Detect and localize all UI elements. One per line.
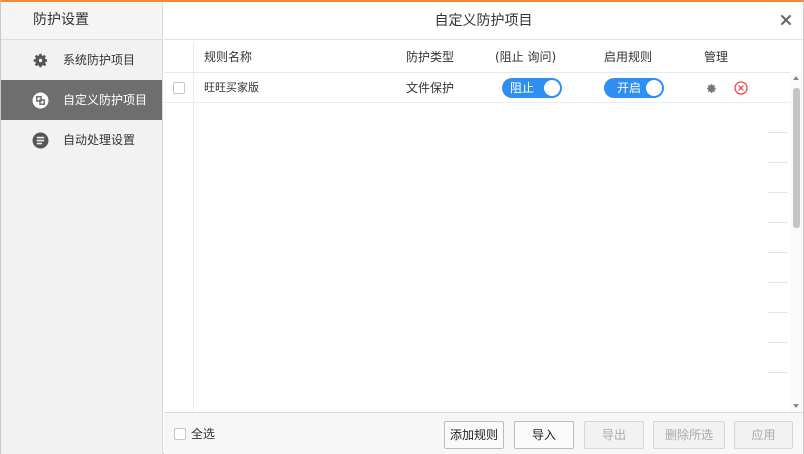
block-ask-toggle[interactable]: 阻止 [502,78,562,98]
rules-table: 旺旺买家版 文件保护 阻止 开启 [164,72,791,412]
footer-toolbar: 全选 添加规则 导入 导出 删除所选 应用 [164,412,803,454]
titlebar: 自定义防护项目 [164,2,803,40]
list-icon [32,132,49,149]
apply-button[interactable]: 应用 [734,421,793,449]
column-header-name[interactable]: 规则名称 [204,42,252,72]
row-checkbox[interactable] [173,82,185,94]
sidebar-item-label: 系统防护项目 [63,53,136,67]
settings-icon[interactable] [706,83,717,94]
sidebar: 防护设置 系统防护项目 自定义防护项目 自动处理设置 [1,2,163,454]
select-all-label[interactable]: 全选 [191,413,215,454]
gear-icon [33,53,48,68]
import-button[interactable]: 导入 [514,421,574,449]
sidebar-item-label: 自定义防护项目 [63,93,148,107]
sidebar-item-label: 自动处理设置 [63,133,136,147]
row-divider [768,372,788,373]
row-divider [768,192,788,193]
sidebar-item-system[interactable]: 系统防护项目 [1,40,162,80]
close-icon[interactable] [779,13,793,27]
rule-name: 旺旺买家版 [204,81,259,94]
window: 防护设置 系统防护项目 自定义防护项目 自动处理设置 自定义防护项目 规则名称 … [0,0,804,454]
toggle-label: 阻止 [510,81,535,95]
delete-icon[interactable] [734,81,748,95]
delete-selected-button[interactable]: 删除所选 [653,421,725,449]
add-rule-button[interactable]: 添加规则 [444,421,504,449]
table-row[interactable]: 旺旺买家版 文件保护 阻止 开启 [164,73,791,103]
scroll-down-icon[interactable] [793,404,799,408]
enable-rule-toggle[interactable]: 开启 [604,78,664,98]
toggle-knob [544,80,560,96]
row-divider [768,282,788,283]
row-divider [768,132,788,133]
rule-type: 文件保护 [406,81,455,95]
row-divider [768,222,788,223]
toggle-knob [646,80,662,96]
row-divider [768,342,788,343]
scroll-up-icon[interactable] [793,76,799,80]
page-title: 自定义防护项目 [434,13,533,29]
column-header-type[interactable]: 防护类型 [406,42,454,72]
column-header-manage: 管理 [704,50,729,64]
toggle-label: 开启 [617,81,642,95]
row-divider [768,162,788,163]
select-all-checkbox[interactable] [174,428,186,440]
sidebar-item-custom[interactable]: 自定义防护项目 [1,80,162,120]
column-header-enable: 启用规则 [604,50,653,64]
export-button[interactable]: 导出 [584,421,644,449]
row-divider [768,252,788,253]
vertical-scrollbar[interactable] [790,72,803,412]
sidebar-item-auto[interactable]: 自动处理设置 [1,120,162,160]
row-divider [768,312,788,313]
table-header: 规则名称 防护类型 (阻止 询问) 启用规则 管理 [164,42,803,72]
column-header-action: (阻止 询问) [495,50,557,64]
scroll-thumb[interactable] [793,88,800,228]
sidebar-title: 防护设置 [1,2,162,40]
shield-icon [32,92,49,109]
